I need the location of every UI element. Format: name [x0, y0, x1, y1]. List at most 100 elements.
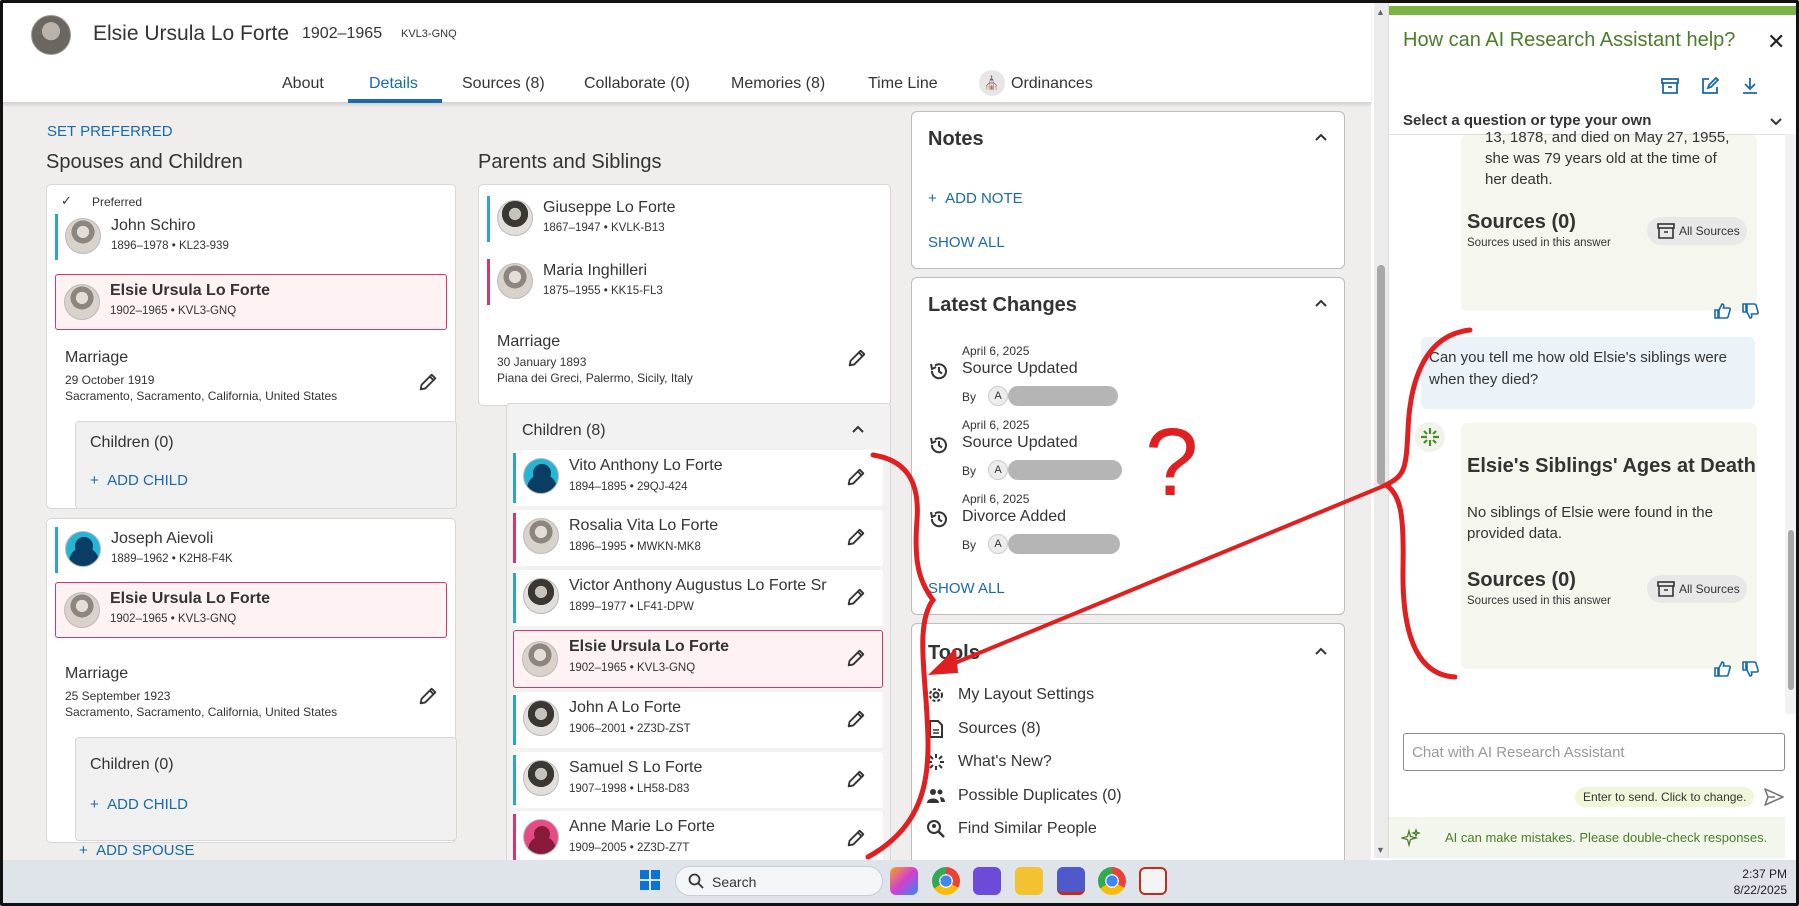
send-icon[interactable]: [1763, 786, 1785, 808]
sibling-row[interactable]: Victor Anthony Augustus Lo Forte Sr 1899…: [513, 570, 883, 626]
notes-title: Notes: [928, 128, 984, 150]
avatar: [65, 531, 101, 567]
scroll-down-arrow-icon[interactable]: ▼: [1376, 845, 1385, 855]
marriage-label: Marriage: [497, 333, 561, 350]
tab-details[interactable]: Details: [369, 75, 418, 93]
person-meta: 1896–1995 • MWKN-MK8: [569, 541, 701, 553]
answer-bubble: Elsie's Siblings' Ages at Death No sibli…: [1461, 423, 1757, 669]
sibling-row[interactable]: Rosalia Vita Lo Forte 1896–1995 • MWKN-M…: [513, 510, 883, 566]
mother-maria[interactable]: Maria Inghilleri 1875–1955 • KK15-FL3: [487, 255, 877, 307]
father-giuseppe[interactable]: Giuseppe Lo Forte 1867–1947 • KVLK-B13: [487, 192, 877, 244]
chevron-up-icon[interactable]: [1314, 130, 1328, 144]
all-sources-button[interactable]: All Sources: [1647, 217, 1747, 245]
person-name: John A Lo Forte: [569, 699, 682, 716]
edit-marriage-icon[interactable]: [846, 347, 868, 369]
self-elsie[interactable]: Elsie Ursula Lo Forte 1902–1965 • KVL3-G…: [55, 582, 447, 638]
spouse-joseph-aievoli[interactable]: Joseph Aievoli 1889–1962 • K2H8-F4K: [55, 523, 445, 575]
tab-sources[interactable]: Sources (8): [462, 75, 545, 93]
edit-person-icon[interactable]: [845, 586, 867, 608]
windows-start-icon[interactable]: [639, 869, 661, 891]
tab-about[interactable]: About: [282, 75, 324, 93]
edit-marriage-icon[interactable]: [417, 371, 439, 393]
person-meta: 1907–1998 • LH58-D83: [569, 783, 690, 795]
edit-person-icon[interactable]: [845, 526, 867, 548]
answer-title: Elsie's Siblings' Ages at Death: [1467, 455, 1756, 477]
sibling-row[interactable]: Anne Marie Lo Forte 1909–2005 • 2Z3D-Z7T: [513, 811, 883, 860]
plus-icon: +: [79, 842, 97, 859]
edit-person-icon[interactable]: [845, 466, 867, 488]
snipping-tool-icon[interactable]: [1139, 867, 1167, 895]
sibling-row[interactable]: Vito Anthony Lo Forte 1894–1895 • 29QJ-4…: [513, 450, 883, 506]
new-chat-icon[interactable]: [1699, 75, 1721, 97]
female-indicator: [513, 814, 516, 860]
chat-scrollbar[interactable]: [1785, 134, 1797, 714]
sparkle-icon: [926, 752, 946, 772]
edit-person-icon[interactable]: [845, 647, 867, 669]
redacted-contributor: [1008, 534, 1120, 554]
add-note-button[interactable]: + ADD NOTE: [928, 190, 1023, 207]
spouse-john-schiro[interactable]: John Schiro 1896–1978 • KL23-939: [55, 210, 445, 262]
sources-title: Sources (0): [1467, 211, 1576, 233]
scroll-up-arrow-icon[interactable]: ▲: [1376, 7, 1385, 17]
sibling-row[interactable]: John A Lo Forte 1906–2001 • 2Z3D-ZST: [513, 692, 883, 748]
thumbs-up-icon[interactable]: [1713, 301, 1733, 321]
tab-collaborate[interactable]: Collaborate (0): [584, 75, 690, 93]
scroll-thumb[interactable]: [1788, 530, 1794, 690]
person-name: Elsie Ursula Lo Forte: [93, 22, 290, 45]
person-meta: 1909–2005 • 2Z3D-Z7T: [569, 842, 690, 854]
children-label: Children (0): [90, 434, 174, 451]
chevron-up-icon[interactable]: [1314, 644, 1328, 658]
close-icon[interactable]: ✕: [1767, 29, 1785, 55]
self-elsie[interactable]: Elsie Ursula Lo Forte 1902–1965 • KVL3-G…: [55, 274, 447, 330]
scroll-thumb[interactable]: [1377, 265, 1385, 485]
sources-title: Sources (0): [1467, 569, 1576, 591]
edit-person-icon[interactable]: [845, 768, 867, 790]
answer-line: her death.: [1485, 171, 1553, 188]
notes-show-all[interactable]: SHOW ALL: [928, 234, 1005, 251]
edit-person-icon[interactable]: [845, 827, 867, 849]
tab-memories[interactable]: Memories (8): [731, 75, 825, 93]
chevron-down-icon[interactable]: [1769, 115, 1783, 129]
search-person-icon: [926, 819, 946, 839]
chrome-profile-icon[interactable]: [1098, 867, 1126, 895]
tab-time-line[interactable]: Time Line: [868, 75, 938, 93]
edit-marriage-icon[interactable]: [417, 685, 439, 707]
edit-person-icon[interactable]: [845, 708, 867, 730]
avatar: [523, 700, 559, 736]
add-child-button[interactable]: + ADD CHILD: [90, 472, 188, 489]
chevron-up-icon[interactable]: [851, 422, 865, 436]
send-mode-toggle[interactable]: Enter to send. Click to change.: [1575, 787, 1755, 807]
person-name: Elsie Ursula Lo Forte: [110, 590, 271, 607]
details-content: SET PREFERRED Spouses and Children ✓ Pre…: [3, 103, 1371, 860]
thumbs-down-icon[interactable]: [1741, 301, 1761, 321]
chevron-up-icon[interactable]: [1314, 296, 1328, 310]
taskbar-search[interactable]: Search: [675, 866, 883, 896]
thumbs-up-icon[interactable]: [1713, 659, 1733, 679]
teams-app-icon[interactable]: [1057, 867, 1085, 895]
answer-line: she was 79 years old at the time of: [1485, 150, 1717, 167]
chat-input[interactable]: [1403, 733, 1785, 771]
system-clock[interactable]: 2:37 PM 8/22/2025: [1719, 866, 1787, 898]
avatar: [497, 263, 533, 299]
chrome-app-icon[interactable]: [932, 867, 960, 895]
all-sources-button[interactable]: All Sources: [1647, 575, 1747, 603]
copilot-app-icon[interactable]: [890, 867, 918, 895]
tab-ordinances[interactable]: Ordinances: [1011, 75, 1093, 93]
clock-time: 2:37 PM: [1742, 867, 1787, 881]
add-spouse-button[interactable]: + ADD SPOUSE: [79, 842, 194, 859]
people-icon: [926, 786, 946, 806]
answer-text: No siblings of Elsie were found in the p…: [1467, 504, 1713, 542]
temple-icon: ⛪: [979, 70, 1005, 96]
thumbs-down-icon[interactable]: [1741, 659, 1761, 679]
meet-app-icon[interactable]: [973, 867, 1001, 895]
file-explorer-icon[interactable]: [1015, 867, 1043, 895]
person-name: Elsie Ursula Lo Forte: [110, 282, 271, 299]
page-scrollbar[interactable]: ▲ ▼: [1374, 3, 1388, 858]
changes-show-all[interactable]: SHOW ALL: [928, 580, 1005, 597]
sibling-row-self[interactable]: Elsie Ursula Lo Forte 1902–1965 • KVL3-G…: [513, 630, 883, 688]
set-preferred-link[interactable]: SET PREFERRED: [47, 123, 173, 140]
download-icon[interactable]: [1739, 75, 1761, 97]
archive-icon[interactable]: [1659, 75, 1681, 97]
add-child-button[interactable]: + ADD CHILD: [90, 796, 188, 813]
sibling-row[interactable]: Samuel S Lo Forte 1907–1998 • LH58-D83: [513, 752, 883, 808]
